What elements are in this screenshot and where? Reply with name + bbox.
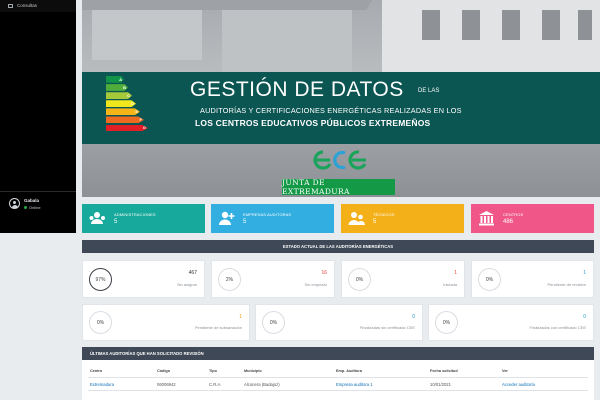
sidebar-item-label: Consultas bbox=[17, 3, 38, 8]
status-label: Finalizadas con certificado CEE bbox=[529, 325, 586, 330]
building-shape bbox=[382, 0, 600, 75]
banner-subtitle: AUDITORÍAS Y CERTIFICACIONES ENERGÉTICAS… bbox=[200, 106, 462, 115]
user-status-label: Online bbox=[29, 204, 41, 210]
recent-audits-header: ÚLTIMAS AUDITORÍAS QUE HAN SOLICITADO RE… bbox=[82, 347, 594, 360]
energy-band-a: A bbox=[106, 76, 124, 83]
technicians-icon bbox=[348, 212, 365, 225]
sidebar: Consultas Gabala Online bbox=[0, 0, 76, 233]
status-label: Finalizadas sin certificado CEE bbox=[359, 325, 415, 330]
column-header: Código bbox=[157, 369, 171, 373]
users-gear-icon bbox=[89, 212, 105, 224]
cell-empresa-link[interactable]: Empresa auditora 1 bbox=[336, 382, 373, 387]
energy-band-g: G bbox=[106, 124, 148, 132]
status-label: Sin empezar bbox=[304, 282, 327, 287]
status-card-sin-asignar[interactable]: 97% 467 Sin asignar bbox=[82, 260, 205, 298]
app-root: Consultas Gabala Online ABCDEFG GESTIÓN … bbox=[0, 0, 600, 400]
column-header: Fecha solicitud bbox=[430, 369, 458, 373]
sidebar-item-consultas[interactable]: Consultas bbox=[8, 3, 37, 8]
energy-band-e: E bbox=[106, 108, 140, 116]
column-header: Emp. Auditora bbox=[336, 369, 362, 373]
stat-value: 5 bbox=[114, 219, 118, 225]
column-header: Municipio bbox=[244, 369, 262, 373]
stat-card-tecnicos[interactable]: TÉCNICOS 5 bbox=[341, 204, 464, 233]
add-user-icon bbox=[219, 211, 235, 225]
status-card-finalizadas-sin-cee[interactable]: 0% 0 Finalizadas sin certificado CEE bbox=[255, 304, 423, 341]
stat-card-centros[interactable]: CENTROS 486 bbox=[471, 204, 594, 233]
cell-fecha: 10/01/2021 bbox=[430, 382, 451, 387]
energy-band-f: F bbox=[106, 116, 144, 124]
eco-logo-icon bbox=[313, 150, 366, 170]
status-card-finalizadas-con-cee[interactable]: 0% 0 Finalizadas con certificado CEE bbox=[428, 304, 594, 341]
column-header: Centro bbox=[90, 369, 103, 373]
status-card-pendiente-revision[interactable]: 0% 1 Pendiente de revisión bbox=[471, 260, 594, 298]
status-count: 16 bbox=[321, 270, 327, 276]
junta-extremadura-logo: JUNTA DE EXTREMADURA bbox=[282, 178, 395, 196]
cell-centro-link[interactable]: Extremadura bbox=[90, 382, 114, 387]
status-label: Pendiente de revisión bbox=[547, 282, 586, 287]
progress-ring: 97% bbox=[89, 268, 112, 291]
banner-title: GESTIÓN DE DATOS bbox=[190, 78, 404, 101]
cell-municipio: Alconera (Badajoz) bbox=[244, 382, 280, 387]
banner-subtitle-bold: LOS CENTROS EDUCATIVOS PÚBLICOS EXTREMEÑ… bbox=[195, 118, 431, 128]
status-count: 1 bbox=[454, 270, 457, 276]
user-name: Gabala bbox=[24, 198, 40, 203]
building-shape bbox=[222, 8, 352, 78]
cell-codigo: 06006942 bbox=[157, 382, 176, 387]
institution-icon bbox=[479, 211, 494, 226]
status-count: 0 bbox=[412, 314, 415, 320]
progress-ring: 0% bbox=[89, 311, 112, 334]
table-divider bbox=[88, 390, 588, 391]
table-divider bbox=[88, 377, 588, 378]
status-count: 0 bbox=[583, 314, 586, 320]
energy-band-b: B bbox=[106, 84, 128, 91]
stat-card-empresas-auditoras[interactable]: EMPRESAS AUDITORAS 5 bbox=[211, 204, 334, 233]
recent-audits-table: Centro Código Tipo Municipio Emp. Audito… bbox=[82, 360, 594, 400]
status-count: 467 bbox=[188, 270, 197, 276]
column-header: Tipo bbox=[209, 369, 217, 373]
stat-value: 5 bbox=[243, 219, 247, 225]
hero-banner: ABCDEFG GESTIÓN DE DATOS DE LAS AUDITORÍ… bbox=[82, 0, 600, 197]
progress-ring: 0% bbox=[435, 311, 458, 334]
progress-ring: 0% bbox=[262, 311, 285, 334]
progress-ring: 2% bbox=[218, 268, 241, 291]
user-status: Online bbox=[24, 205, 41, 210]
online-dot-icon bbox=[24, 205, 27, 209]
stat-label: TÉCNICOS bbox=[373, 212, 395, 217]
progress-ring: 0% bbox=[348, 268, 371, 291]
user-panel[interactable]: Gabala Online bbox=[0, 191, 76, 233]
stat-label: ADMINISTRACIONES bbox=[114, 212, 156, 217]
progress-ring: 0% bbox=[478, 268, 501, 291]
stat-value: 486 bbox=[503, 219, 514, 225]
status-count: 1 bbox=[239, 314, 242, 320]
cell-tipo: C.R.A. bbox=[209, 382, 222, 387]
column-header: Ver bbox=[502, 369, 508, 373]
folder-icon bbox=[8, 3, 13, 8]
status-section-header: ESTADO ACTUAL DE LAS AUDITORÍAS ENERGÉTI… bbox=[82, 240, 594, 253]
status-count: 1 bbox=[583, 270, 586, 276]
energy-band-d: D bbox=[106, 100, 136, 108]
stat-label: EMPRESAS AUDITORAS bbox=[243, 212, 292, 217]
stat-card-administraciones[interactable]: ADMINISTRACIONES 5 bbox=[82, 204, 205, 233]
access-audit-link[interactable]: Acceder auditoría bbox=[502, 382, 535, 387]
stat-value: 5 bbox=[373, 219, 377, 225]
roof-shape bbox=[82, 0, 372, 10]
status-card-pendiente-subsanacion[interactable]: 0% 1 Pendiente de subsanación bbox=[82, 304, 250, 341]
status-label: Sin asignar bbox=[176, 282, 197, 287]
user-avatar-icon bbox=[9, 198, 20, 209]
status-label: Iniciada bbox=[443, 282, 457, 287]
status-card-sin-empezar[interactable]: 2% 16 Sin empezar bbox=[211, 260, 335, 298]
banner-title-suffix: DE LAS bbox=[418, 88, 440, 94]
status-label: Pendiente de subsanación bbox=[194, 325, 242, 330]
stat-label: CENTROS bbox=[503, 212, 524, 217]
status-card-iniciada[interactable]: 0% 1 Iniciada bbox=[341, 260, 465, 298]
energy-rating-scale: ABCDEFG bbox=[106, 76, 148, 133]
energy-band-c: C bbox=[106, 92, 132, 99]
